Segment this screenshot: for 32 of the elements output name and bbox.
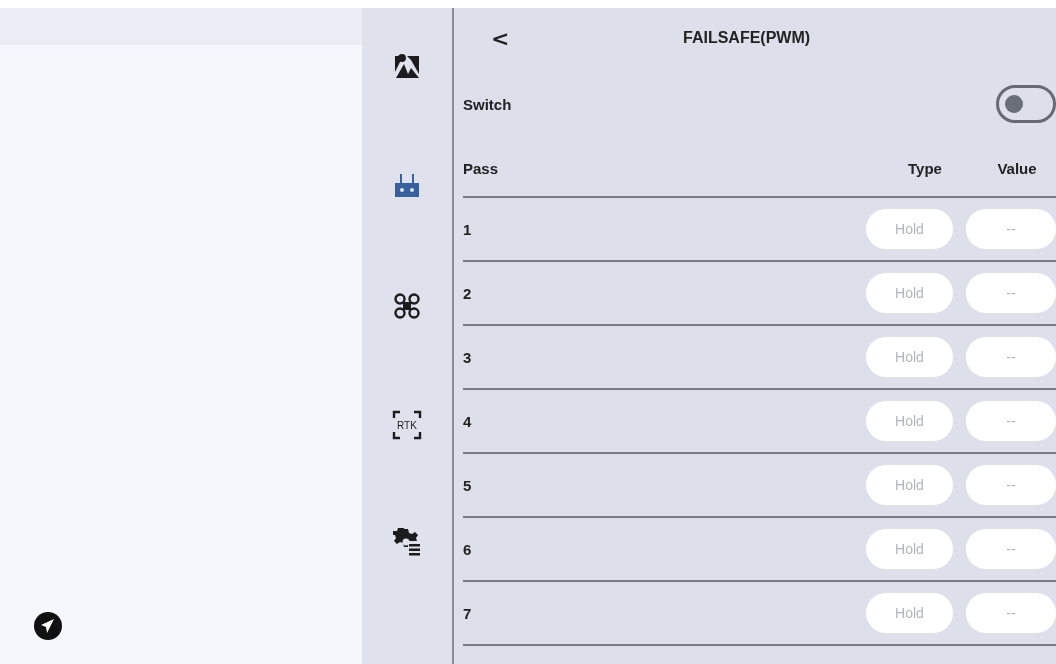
remote-controller-icon[interactable] (393, 172, 421, 200)
column-header: Value (996, 159, 1038, 177)
column-header: Type (907, 159, 943, 177)
page-title: FAILSAFE(PWM) (683, 29, 811, 47)
pass-number: 3 (463, 348, 472, 366)
type-button[interactable]: Hold (866, 465, 953, 505)
type-button[interactable]: Hold (866, 337, 953, 377)
back-button[interactable]: < (483, 25, 518, 51)
drone-icon[interactable] (393, 292, 421, 320)
value-field[interactable]: -- (966, 529, 1056, 569)
value-field[interactable]: -- (966, 273, 1056, 313)
type-button[interactable]: Hold (866, 529, 953, 569)
value-field[interactable]: -- (966, 337, 1056, 377)
pass-number: 1 (463, 220, 472, 238)
value-field[interactable]: -- (966, 209, 1056, 249)
switch-label: Switch (463, 95, 512, 113)
pass-number: 5 (463, 476, 472, 494)
value-field[interactable]: -- (966, 593, 1056, 633)
failsafe-toggle[interactable] (996, 85, 1056, 123)
type-button[interactable]: Hold (866, 593, 953, 633)
column-header: Pass (463, 159, 499, 177)
pass-number: 7 (463, 604, 472, 622)
value-field[interactable]: -- (966, 465, 1056, 505)
paper-plane-icon[interactable] (34, 612, 62, 640)
value-field[interactable]: -- (966, 401, 1056, 441)
type-button[interactable]: Hold (866, 209, 953, 249)
type-button[interactable]: Hold (866, 273, 953, 313)
pass-number: 2 (463, 284, 472, 302)
pass-number: 4 (463, 412, 472, 430)
settings-icon[interactable] (393, 528, 421, 556)
pass-number: 6 (463, 540, 472, 558)
type-button[interactable]: Hold (866, 401, 953, 441)
